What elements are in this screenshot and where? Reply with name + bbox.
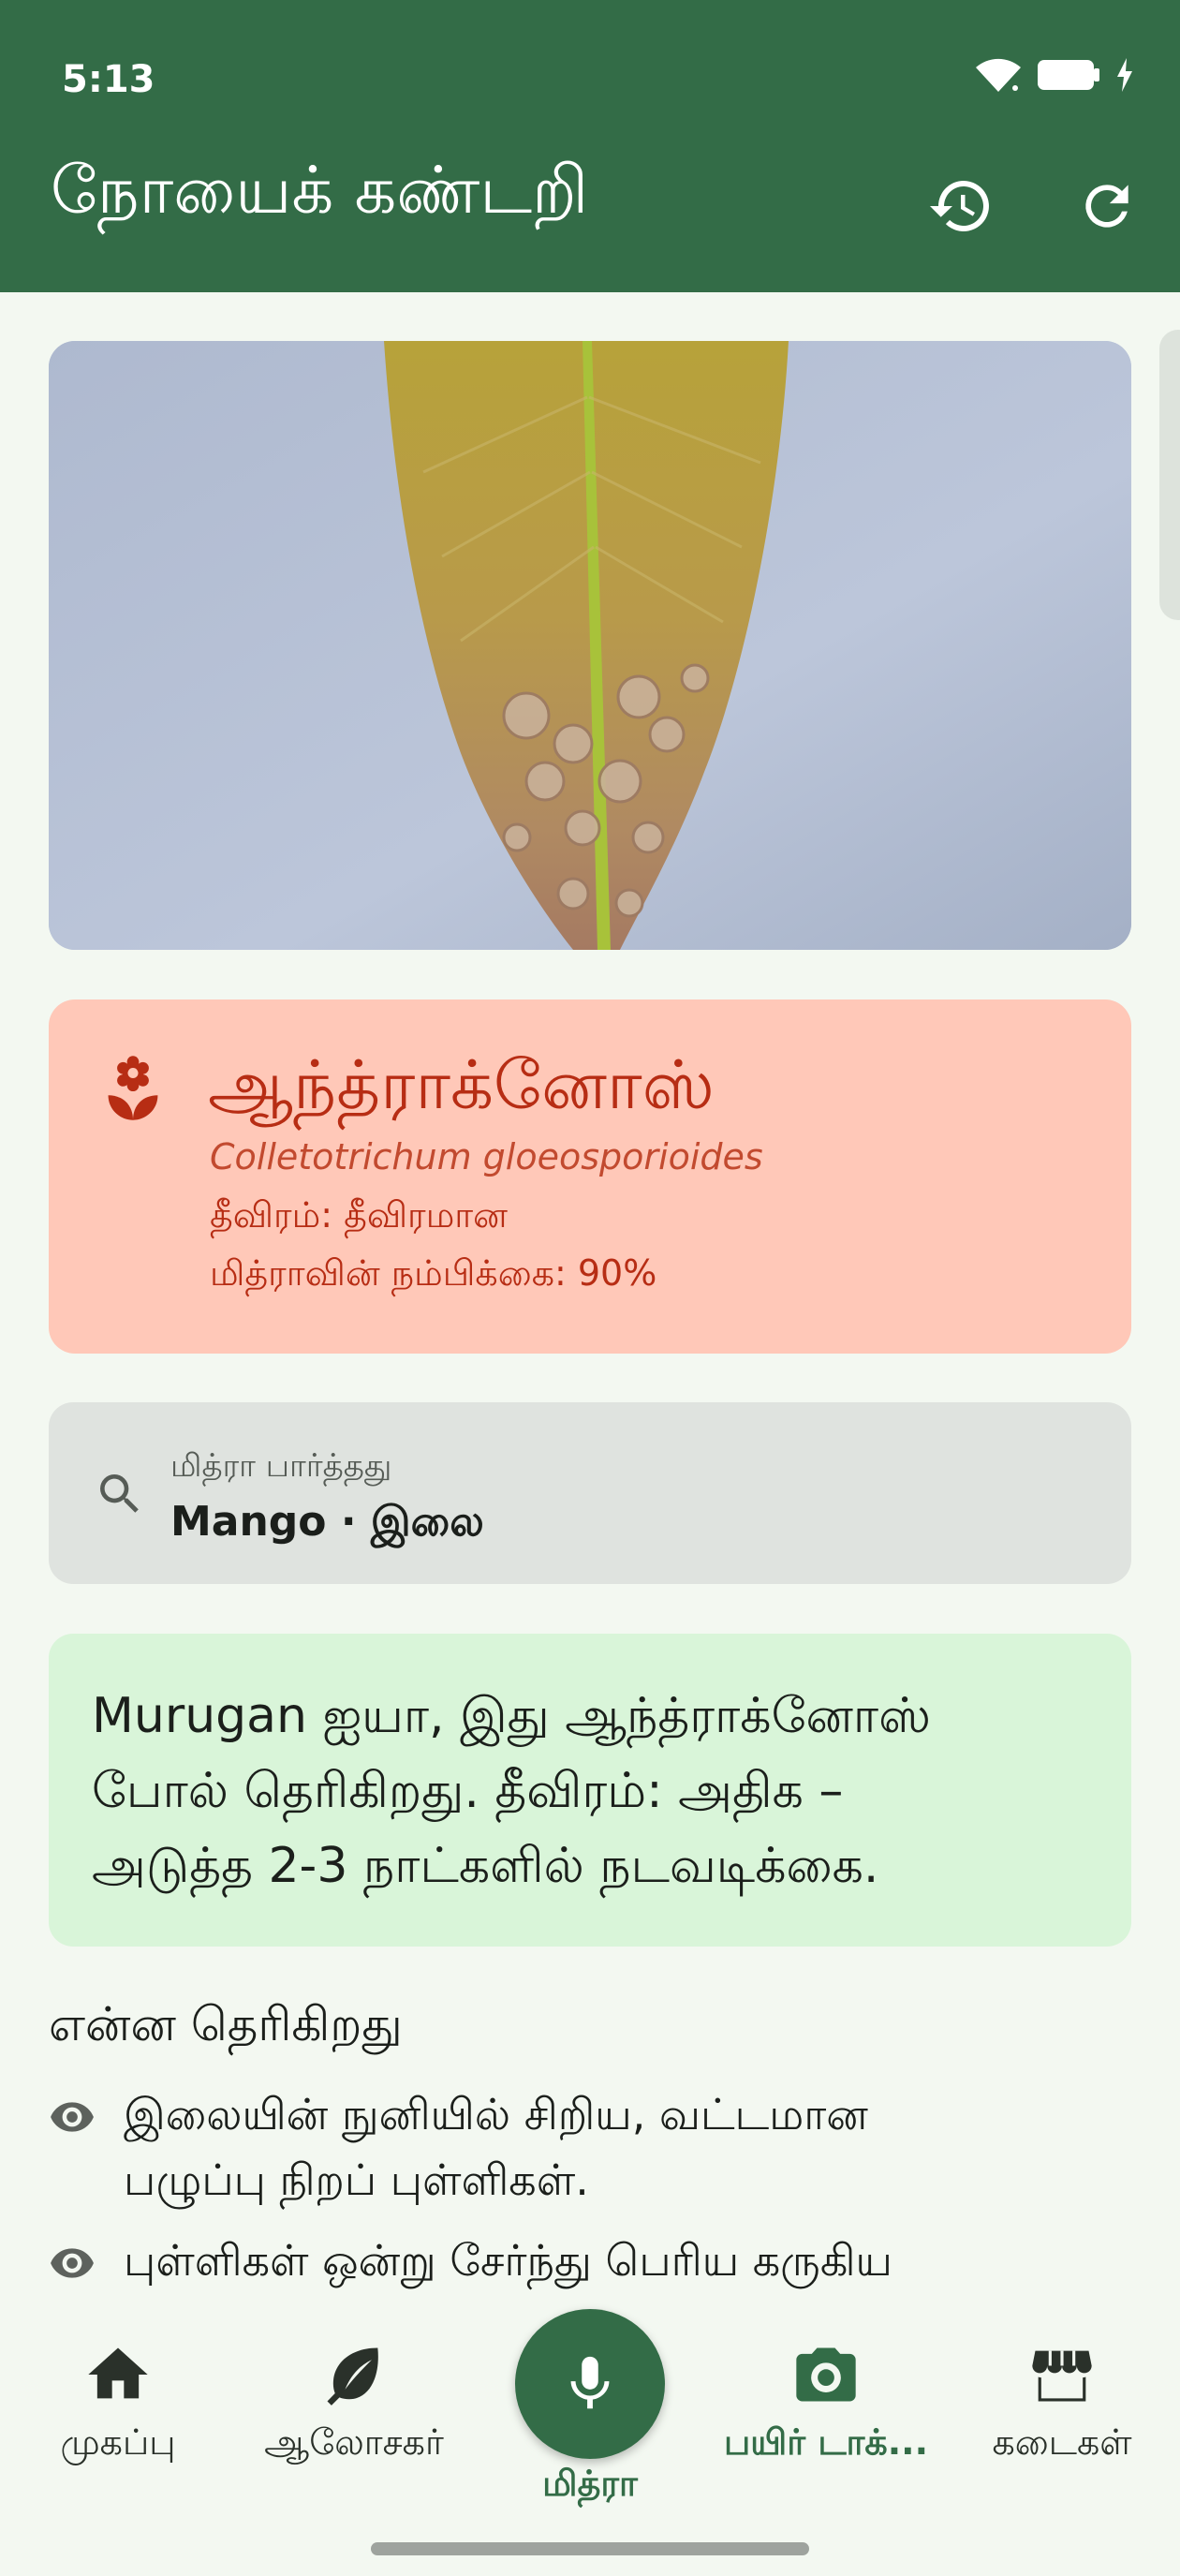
observation-line: பழுப்பு நிறப் புள்ளிகள்.	[124, 2154, 589, 2205]
history-button[interactable]	[923, 169, 998, 244]
detected-crop-card[interactable]: மித்ரா பார்த்தது Mango · இலை	[49, 1402, 1131, 1584]
disease-flower-icon	[108, 1056, 158, 1120]
history-icon	[930, 181, 989, 231]
mic-icon	[570, 2356, 610, 2409]
message-line: Murugan ஐயா, இது ஆந்த்ராக்னோஸ்	[92, 1688, 931, 1744]
observation-item: புள்ளிகள் ஒன்று சேர்ந்து பெரிய கருகிய	[49, 2228, 1131, 2311]
refresh-button[interactable]	[1069, 169, 1144, 244]
nav-crop-doctor[interactable]: பயிர் டாக்...	[718, 2339, 934, 2468]
status-icons	[974, 56, 1135, 94]
disease-detect-screen: 5:13 நோயைக் கண்டறி ஆந்த்ராக்னோஸ் Colleto…	[0, 0, 1180, 2576]
result-content[interactable]: ஆந்த்ராக்னோஸ் Colletotrichum gloeosporio…	[0, 292, 1180, 2311]
refresh-icon	[1085, 185, 1128, 228]
nav-label: ஆலோசகர்	[264, 2421, 444, 2463]
nav-home[interactable]: முகப்பு	[10, 2339, 226, 2468]
mitra-message-card: Murugan ஐயா, இது ஆந்த்ராக்னோஸ் போல் தெரி…	[49, 1634, 1131, 1947]
disease-name: ஆந்த்ராக்னோஸ்	[208, 1045, 715, 1124]
leaf-photo	[49, 341, 1131, 950]
eye-icon	[51, 2102, 94, 2132]
store-icon	[1032, 2350, 1092, 2402]
eye-icon	[51, 2248, 94, 2278]
observation-line: புள்ளிகள் ஒன்று சேர்ந்து பெரிய கருகிய	[124, 2235, 892, 2286]
observation-line: இலையின் நுனியில் சிறிய, வட்டமான	[124, 2089, 868, 2139]
message-line: போல் தெரிகிறது. தீவிரம்: அதிக –	[92, 1763, 844, 1819]
detected-value: Mango · இலை	[170, 1498, 484, 1546]
observation-item: இலையின் நுனியில் சிறிய, வட்டமான பழுப்பு …	[49, 2081, 1131, 2213]
confidence-text: மித்ராவின் நம்பிக்கை: 90%	[210, 1252, 657, 1294]
wifi-icon	[976, 58, 1021, 92]
message-line: அடுத்த 2-3 நாட்களில் நடவடிக்கை.	[92, 1838, 879, 1894]
nav-label: கடைகள்	[992, 2421, 1132, 2463]
nav-label-mitra: மித்ரா	[542, 2463, 638, 2504]
leaf-icon	[327, 2347, 378, 2406]
nav-stores[interactable]: கடைகள்	[954, 2339, 1170, 2468]
home-icon	[88, 2347, 148, 2399]
nav-label: பயிர் டாக்...	[723, 2421, 929, 2463]
next-image-card[interactable]	[1159, 330, 1180, 620]
scientific-name: Colletotrichum gloeosporioides	[210, 1136, 763, 1177]
mitra-mic-button[interactable]	[515, 2309, 665, 2459]
search-icon	[100, 1474, 139, 1513]
nav-label: முகப்பு	[60, 2421, 176, 2463]
detected-label: மித்ரா பார்த்தது	[170, 1447, 392, 1485]
nav-advisor[interactable]: ஆலோசகர்	[246, 2339, 462, 2468]
home-indicator[interactable]	[371, 2542, 809, 2555]
diagnosis-card: ஆந்த்ராக்னோஸ் Colletotrichum gloeosporio…	[49, 999, 1131, 1354]
charging-icon	[1117, 58, 1132, 92]
severity-text: தீவிரம்: தீவிரமான	[210, 1194, 508, 1236]
status-time: 5:13	[62, 58, 155, 101]
battery-icon	[1038, 60, 1099, 90]
bottom-navigation: முகப்பு ஆலோசகர் மித்ரா பயிர் டாக்... கடை…	[0, 2309, 1180, 2576]
observations-title: என்ன தெரிகிறது	[49, 1997, 403, 2051]
camera-icon	[796, 2347, 856, 2402]
app-bar: 5:13 நோயைக் கண்டறி	[0, 0, 1180, 292]
page-title: நோயைக் கண்டறி	[51, 152, 589, 229]
